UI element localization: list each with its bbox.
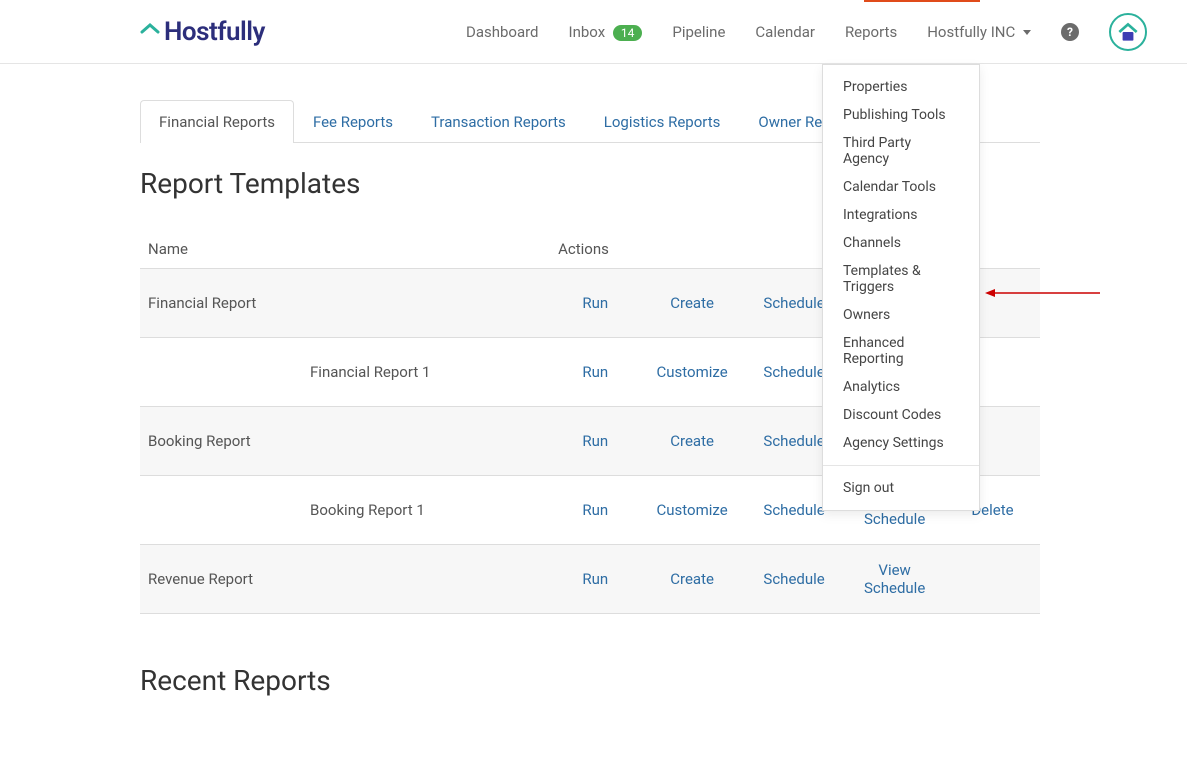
annotation-arrow-icon [985, 288, 1100, 298]
table-row: Revenue Report Run Create Schedule View Sche… [140, 545, 1040, 614]
action-schedule[interactable]: Schedule [763, 363, 824, 381]
nav-inbox[interactable]: Inbox 14 [569, 23, 643, 41]
nav-account-label: Hostfully INC [927, 23, 1015, 41]
action-run[interactable]: Run [582, 570, 608, 588]
dropdown-divider [823, 465, 979, 466]
report-name: Financial Report [140, 269, 550, 338]
report-name: Financial Report 1 [140, 338, 550, 407]
dropdown-item-properties[interactable]: Properties [823, 73, 979, 101]
tab-fee-reports[interactable]: Fee Reports [294, 100, 412, 143]
action-run[interactable]: Run [582, 294, 608, 312]
action-view-schedule[interactable]: View Schedule [864, 561, 925, 597]
tab-transaction-reports[interactable]: Transaction Reports [412, 100, 585, 143]
help-icon[interactable]: ? [1061, 23, 1079, 41]
action-customize[interactable]: Customize [657, 501, 728, 519]
avatar[interactable] [1109, 13, 1147, 51]
brand-text: Hostfully [164, 17, 265, 47]
dropdown-item-templates-triggers[interactable]: Templates & Triggers [823, 257, 979, 301]
dropdown-item-discount-codes[interactable]: Discount Codes [823, 401, 979, 429]
action-schedule[interactable]: Schedule [763, 432, 824, 450]
caret-down-icon [1023, 30, 1031, 35]
dropdown-item-third-party-agency[interactable]: Third Party Agency [823, 129, 979, 173]
nav-reports[interactable]: Reports [845, 23, 897, 41]
action-run[interactable]: Run [582, 432, 608, 450]
dropdown-item-integrations[interactable]: Integrations [823, 201, 979, 229]
dropdown-item-channels[interactable]: Channels [823, 229, 979, 257]
action-schedule[interactable]: Schedule [763, 294, 824, 312]
avatar-house-icon [1115, 19, 1141, 45]
tab-financial-reports[interactable]: Financial Reports [140, 100, 294, 143]
dropdown-item-agency-settings[interactable]: Agency Settings [823, 429, 979, 457]
action-create[interactable]: Create [670, 294, 714, 312]
account-dropdown-menu: Properties Publishing Tools Third Party … [822, 64, 980, 511]
nav-account-dropdown[interactable]: Hostfully INC [927, 23, 1031, 41]
main-nav: Dashboard Inbox 14 Pipeline Calendar Rep… [466, 13, 1147, 51]
nav-inbox-label: Inbox [569, 23, 606, 41]
column-header-name: Name [140, 230, 550, 269]
house-icon [140, 22, 160, 42]
action-create[interactable]: Create [670, 570, 714, 588]
dropdown-item-calendar-tools[interactable]: Calendar Tools [823, 173, 979, 201]
nav-calendar[interactable]: Calendar [755, 23, 815, 41]
dropdown-item-enhanced-reporting[interactable]: Enhanced Reporting [823, 329, 979, 373]
dropdown-item-owners[interactable]: Owners [823, 301, 979, 329]
dropdown-item-sign-out[interactable]: Sign out [823, 474, 979, 502]
report-name: Booking Report [140, 407, 550, 476]
app-header: Hostfully Dashboard Inbox 14 Pipeline Ca… [0, 0, 1187, 64]
action-run[interactable]: Run [582, 501, 608, 519]
action-schedule[interactable]: Schedule [763, 570, 824, 588]
action-schedule[interactable]: Schedule [763, 501, 824, 519]
tab-logistics-reports[interactable]: Logistics Reports [585, 100, 740, 143]
nav-pipeline[interactable]: Pipeline [672, 23, 725, 41]
section-title-recent: Recent Reports [140, 664, 1040, 697]
report-name: Revenue Report [140, 545, 550, 614]
report-name: Booking Report 1 [140, 476, 550, 545]
nav-dashboard[interactable]: Dashboard [466, 23, 539, 41]
action-create[interactable]: Create [670, 432, 714, 450]
dropdown-item-analytics[interactable]: Analytics [823, 373, 979, 401]
inbox-badge: 14 [613, 25, 643, 41]
action-customize[interactable]: Customize [657, 363, 728, 381]
action-run[interactable]: Run [582, 363, 608, 381]
brand-logo[interactable]: Hostfully [140, 17, 265, 47]
dropdown-item-publishing-tools[interactable]: Publishing Tools [823, 101, 979, 129]
